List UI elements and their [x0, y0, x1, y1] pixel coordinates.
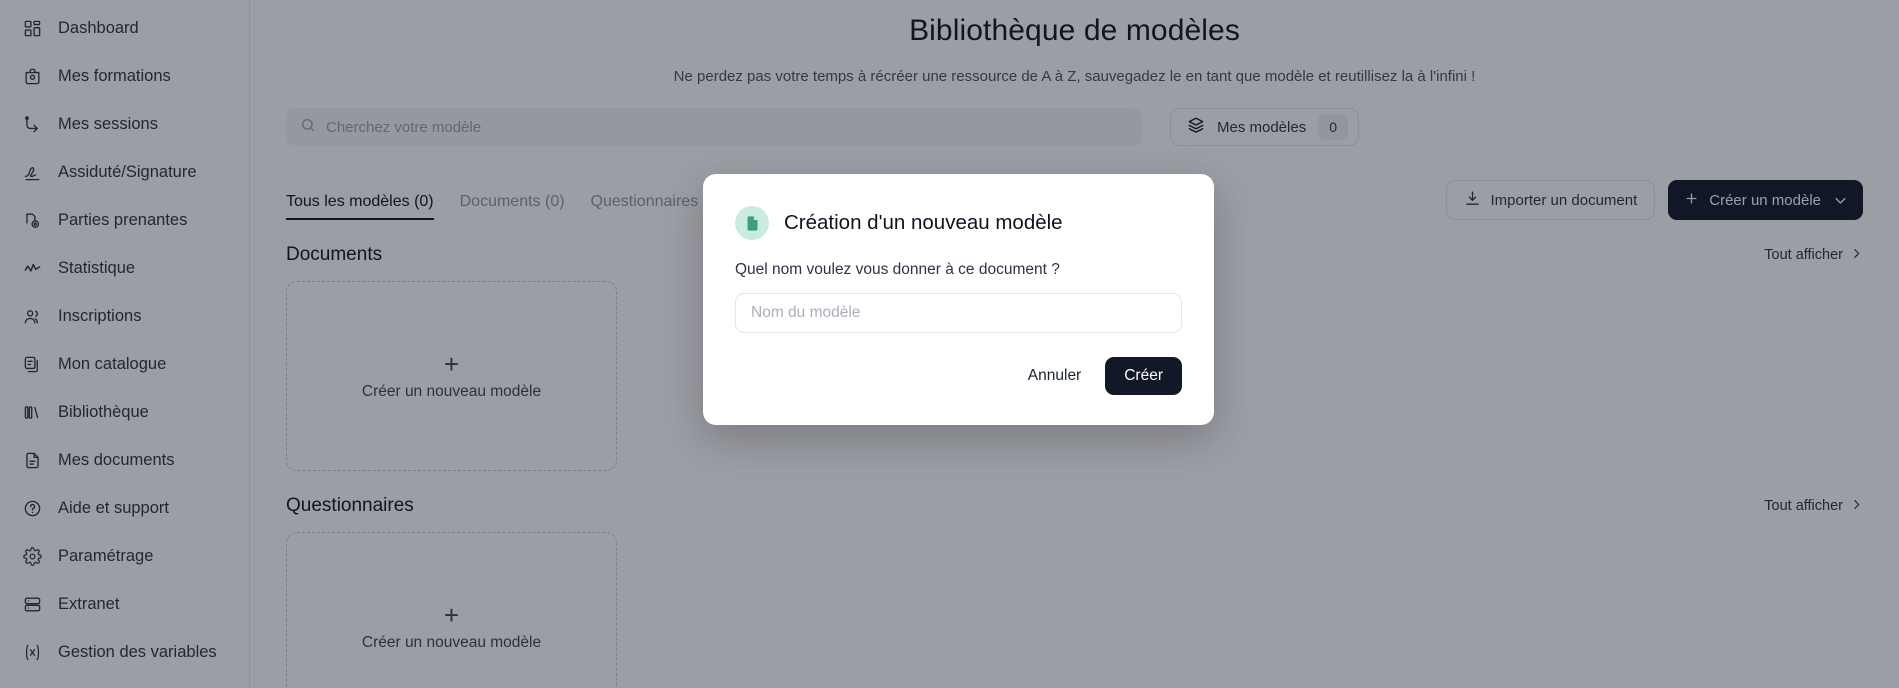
model-name-input[interactable]	[735, 293, 1182, 333]
file-document-icon	[735, 206, 769, 240]
create-model-modal: Création d'un nouveau modèle Quel nom vo…	[703, 174, 1214, 425]
modal-header: Création d'un nouveau modèle	[735, 206, 1182, 240]
modal-title: Création d'un nouveau modèle	[784, 211, 1063, 234]
cancel-button[interactable]: Annuler	[1010, 357, 1099, 395]
modal-question: Quel nom voulez vous donner à ce documen…	[735, 261, 1060, 278]
create-button[interactable]: Créer	[1105, 357, 1182, 395]
app-root: Dashboard Mes formations Mes sessions As…	[0, 0, 1899, 688]
modal-actions: Annuler Créer	[735, 357, 1182, 395]
